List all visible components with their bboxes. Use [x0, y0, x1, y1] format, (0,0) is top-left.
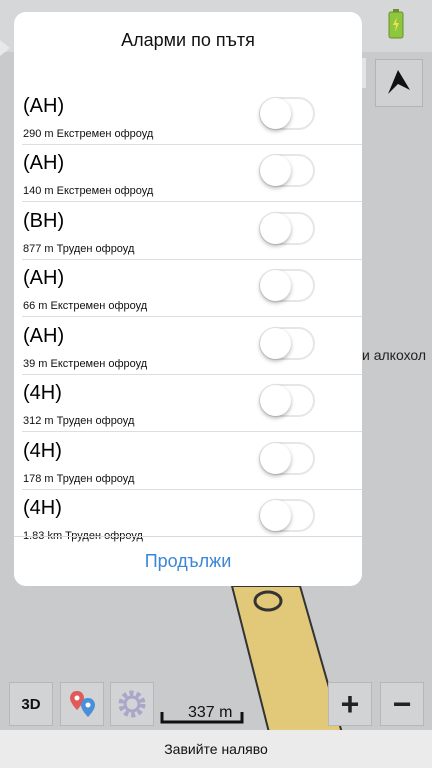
toggle-knob [260, 328, 291, 359]
zoom-out-button[interactable]: − [380, 682, 424, 726]
continue-button[interactable]: Продължи [14, 537, 362, 586]
toggle-knob [260, 500, 291, 531]
alarm-type: (АН) [23, 152, 65, 174]
alarm-row: (4Н) 312 m Труден офроуд [14, 375, 362, 432]
alarm-detail: 312 m Труден офроуд [23, 415, 135, 427]
alarm-row: (4Н) 178 m Труден офроуд [14, 433, 362, 490]
dialog-pointer [0, 40, 10, 56]
toggle-knob [260, 270, 291, 301]
alarm-toggle[interactable] [259, 269, 315, 302]
toggle-knob [260, 443, 291, 474]
settings-button[interactable] [110, 682, 154, 726]
toggle-knob [260, 385, 291, 416]
alarm-toggle[interactable] [259, 384, 315, 417]
alarm-type: (АН) [23, 325, 65, 347]
alarm-detail: 877 m Труден офроуд [23, 243, 135, 255]
alarm-detail: 140 m Екстремен офроуд [23, 185, 154, 197]
alarm-detail: 290 m Екстремен офроуд [23, 128, 154, 140]
alarm-type: (АН) [23, 95, 65, 117]
alarm-toggle[interactable] [259, 442, 315, 475]
alarm-type: (4Н) [23, 440, 62, 462]
scale-label: 337 m [188, 704, 233, 721]
alarm-toggle[interactable] [259, 499, 315, 532]
alarm-type: (4Н) [23, 382, 62, 404]
alarm-toggle[interactable] [259, 327, 315, 360]
row-divider [22, 431, 362, 432]
alarm-type: (АН) [23, 267, 65, 289]
zoom-in-button[interactable]: + [328, 682, 372, 726]
alarm-toggle[interactable] [259, 97, 315, 130]
row-divider [22, 316, 362, 317]
alarm-row: (АН) 39 m Екстремен офроуд [14, 318, 362, 375]
toggle-knob [260, 213, 291, 244]
dialog-title: Аларми по пътя [121, 30, 255, 50]
map-pins-icon [70, 691, 95, 717]
alarm-row: (АН) 66 m Екстремен офроуд [14, 260, 362, 317]
alarm-type: (4Н) [23, 497, 62, 519]
alarm-detail: 66 m Екстремен офроуд [23, 300, 148, 312]
alarm-row: (ВН) 877 m Труден офроуд [14, 203, 362, 260]
turn-instruction: Завийте наляво [0, 730, 432, 768]
alarm-row: (АН) 140 m Екстремен офроуд [14, 145, 362, 202]
alarm-type: (ВН) [23, 210, 65, 232]
alarm-detail: 39 m Екстремен офроуд [23, 358, 148, 370]
alarm-row: (АН) 290 m Екстремен офроуд [14, 88, 362, 145]
3d-toggle-button[interactable]: 3D [9, 682, 53, 726]
map-pins-button[interactable] [60, 682, 104, 726]
gear-icon [118, 690, 146, 718]
toggle-knob [260, 155, 291, 186]
alarm-toggle[interactable] [259, 212, 315, 245]
alarm-toggle[interactable] [259, 154, 315, 187]
road-alarms-dialog: Аларми по пътя (АН) 290 m Екстремен офро… [14, 12, 362, 586]
alarm-detail: 178 m Труден офроуд [23, 473, 135, 485]
toggle-knob [260, 98, 291, 129]
row-divider [22, 201, 362, 202]
